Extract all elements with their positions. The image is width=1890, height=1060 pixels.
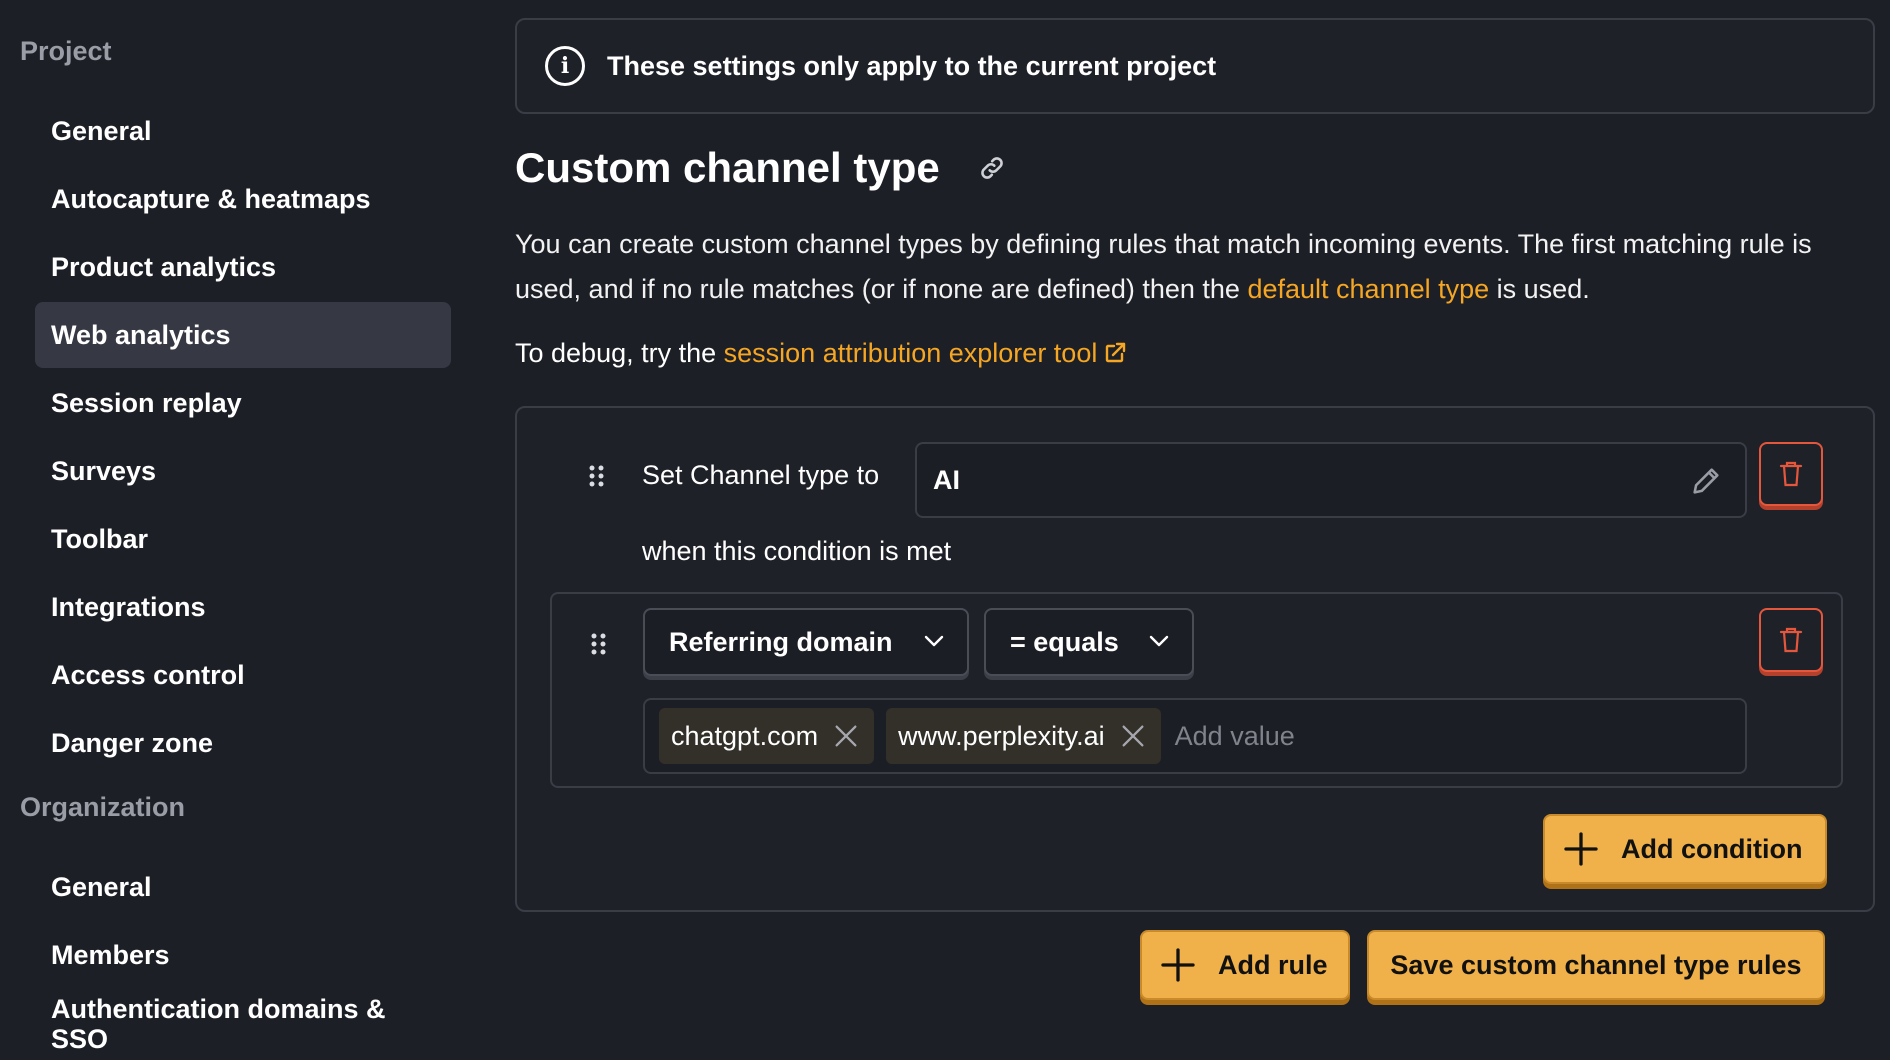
plus-icon bbox=[1161, 948, 1195, 982]
main-content: i These settings only apply to the curre… bbox=[515, 18, 1875, 1000]
channel-type-value: AI bbox=[933, 464, 960, 495]
sidebar-item-members[interactable]: Members bbox=[35, 922, 451, 988]
close-icon[interactable] bbox=[832, 722, 860, 750]
description-text-end: is used. bbox=[1489, 274, 1590, 304]
sidebar-item-integrations[interactable]: Integrations bbox=[35, 574, 451, 640]
sidebar-item-authentication-domains[interactable]: Authentication domains & SSO bbox=[35, 990, 415, 1060]
banner-text: These settings only apply to the current… bbox=[607, 50, 1217, 81]
add-condition-label: Add condition bbox=[1621, 833, 1803, 864]
sidebar-item-general[interactable]: General bbox=[35, 98, 451, 164]
property-select-value: Referring domain bbox=[669, 626, 893, 657]
page-description: You can create custom channel types by d… bbox=[515, 222, 1875, 312]
sidebar-item-toolbar[interactable]: Toolbar bbox=[35, 506, 451, 572]
value-chip-label: www.perplexity.ai bbox=[898, 720, 1105, 751]
session-attribution-explorer-label: session attribution explorer tool bbox=[723, 338, 1098, 368]
rule-drag-handle-icon[interactable] bbox=[587, 464, 607, 488]
session-attribution-explorer-link[interactable]: session attribution explorer tool bbox=[724, 338, 1128, 368]
sidebar-item-web-analytics[interactable]: Web analytics bbox=[35, 302, 451, 368]
close-icon[interactable] bbox=[1119, 722, 1147, 750]
project-section-title: Project bbox=[20, 36, 112, 66]
value-chip: www.perplexity.ai bbox=[886, 708, 1161, 764]
pencil-icon[interactable] bbox=[1689, 464, 1723, 498]
delete-condition-button[interactable] bbox=[1759, 608, 1823, 672]
value-chip-label: chatgpt.com bbox=[671, 720, 819, 751]
add-rule-label: Add rule bbox=[1218, 949, 1328, 980]
rule-card: Set Channel type to AI when this conditi… bbox=[515, 406, 1875, 912]
debug-hint: To debug, try the session attribution ex… bbox=[515, 338, 1875, 369]
info-icon: i bbox=[545, 46, 585, 86]
sidebar-item-danger-zone[interactable]: Danger zone bbox=[35, 710, 451, 776]
chevron-down-icon bbox=[1149, 635, 1169, 647]
delete-rule-button[interactable] bbox=[1759, 442, 1823, 506]
sidebar-item-org-general[interactable]: General bbox=[35, 854, 451, 920]
set-channel-type-label: Set Channel type to bbox=[642, 460, 880, 490]
save-rules-label: Save custom channel type rules bbox=[1390, 949, 1802, 980]
sidebar-item-autocapture[interactable]: Autocapture & heatmaps bbox=[35, 166, 451, 232]
page-title: Custom channel type bbox=[515, 144, 940, 191]
project-scope-banner: i These settings only apply to the curre… bbox=[515, 18, 1875, 114]
operator-select-value: = equals bbox=[1010, 626, 1119, 657]
condition-card: Referring domain = equals chatgpt.com ww… bbox=[550, 592, 1843, 788]
add-rule-button[interactable]: Add rule bbox=[1140, 930, 1350, 1000]
link-icon[interactable] bbox=[978, 154, 1006, 182]
value-chip: chatgpt.com bbox=[659, 708, 875, 764]
trash-icon bbox=[1779, 627, 1803, 653]
sidebar-item-product-analytics[interactable]: Product analytics bbox=[35, 234, 451, 300]
save-rules-button[interactable]: Save custom channel type rules bbox=[1367, 930, 1825, 1000]
sidebar-item-access-control[interactable]: Access control bbox=[35, 642, 451, 708]
sidebar-item-surveys[interactable]: Surveys bbox=[35, 438, 451, 504]
property-select[interactable]: Referring domain bbox=[643, 608, 969, 676]
description-text: You can create custom channel types by d… bbox=[515, 229, 1812, 304]
sidebar-item-session-replay[interactable]: Session replay bbox=[35, 370, 451, 436]
condition-drag-handle-icon[interactable] bbox=[589, 632, 609, 656]
condition-values-input[interactable]: chatgpt.com www.perplexity.ai Add value bbox=[643, 698, 1747, 774]
external-link-icon bbox=[1106, 342, 1126, 363]
debug-prefix: To debug, try the bbox=[515, 338, 724, 368]
trash-icon bbox=[1779, 461, 1803, 487]
operator-select[interactable]: = equals bbox=[984, 608, 1194, 676]
when-condition-label: when this condition is met bbox=[642, 536, 952, 566]
plus-icon bbox=[1564, 832, 1598, 866]
title-row: Custom channel type bbox=[515, 140, 1875, 196]
add-condition-button[interactable]: Add condition bbox=[1543, 814, 1827, 884]
chevron-down-icon bbox=[924, 635, 944, 647]
settings-sidebar: Project General Autocapture & heatmaps P… bbox=[0, 0, 470, 1054]
add-value-placeholder[interactable]: Add value bbox=[1175, 721, 1295, 752]
channel-type-field[interactable]: AI bbox=[915, 442, 1747, 518]
default-channel-type-link[interactable]: default channel type bbox=[1247, 274, 1489, 304]
organization-section-title: Organization bbox=[20, 792, 186, 822]
